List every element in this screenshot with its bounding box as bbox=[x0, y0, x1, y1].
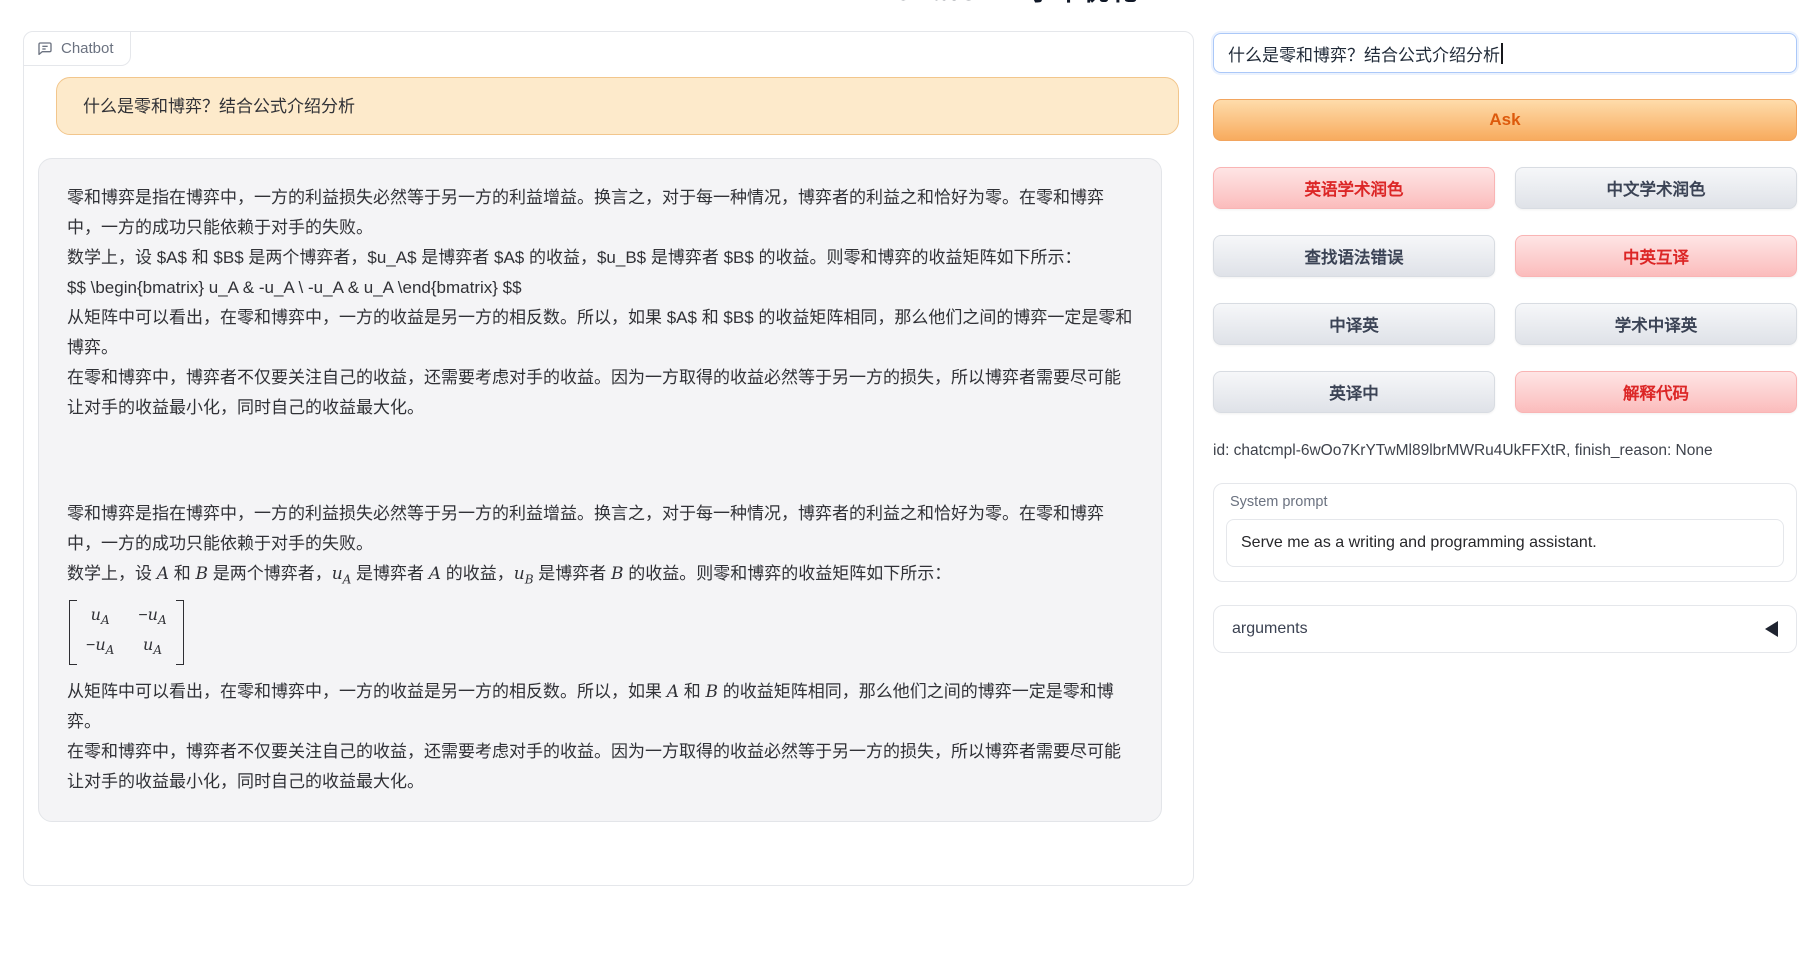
right-panel: 什么是零和博弈？结合公式介绍分析 Ask 英语学术润色中文学术润色查找语法错误中… bbox=[1213, 33, 1797, 653]
system-prompt-value: Serve me as a writing and programming as… bbox=[1241, 534, 1597, 552]
chatbot-panel: Chatbot 什么是零和博弈？结合公式介绍分析 零和博弈是指在博弈中，一方的利… bbox=[23, 31, 1194, 886]
arguments-accordion-label: arguments bbox=[1232, 620, 1308, 638]
payoff-matrix: uA−uA−uAuA bbox=[69, 600, 184, 664]
bot-message: 零和博弈是指在博弈中，一方的利益损失必然等于另一方的利益增益。换言之，对于每一种… bbox=[67, 183, 1133, 797]
page-title-text: ChatGPT 学术优化 bbox=[893, 0, 1173, 8]
bot-paragraph: 从矩阵中可以看出，在零和博弈中，一方的收益是另一方的相反数。所以，如果 A 和 … bbox=[67, 677, 1133, 737]
user-message-bubble: 什么是零和博弈？结合公式介绍分析 bbox=[56, 77, 1179, 135]
question-input-value: 什么是零和博弈？结合公式介绍分析 bbox=[1228, 41, 1500, 66]
chatbot-panel-label: Chatbot bbox=[24, 32, 131, 66]
accordion-collapsed-triangle-icon bbox=[1765, 621, 1778, 637]
ask-button-label: Ask bbox=[1489, 110, 1520, 130]
bot-paragraph: 在零和博弈中，博弈者不仅要关注自己的收益，还需要考虑对手的收益。因为一方取得的收… bbox=[67, 363, 1133, 423]
quick-button-2[interactable]: 中文学术润色 bbox=[1515, 167, 1797, 209]
quick-button-4[interactable]: 中英互译 bbox=[1515, 235, 1797, 277]
question-input[interactable]: 什么是零和博弈？结合公式介绍分析 bbox=[1213, 33, 1797, 73]
bot-paragraph: 零和博弈是指在博弈中，一方的利益损失必然等于另一方的利益增益。换言之，对于每一种… bbox=[67, 183, 1133, 243]
quick-button-6[interactable]: 学术中译英 bbox=[1515, 303, 1797, 345]
bot-paragraph: 数学上，设 $A$ 和 $B$ 是两个博弈者，$u_A$ 是博弈者 $A$ 的收… bbox=[67, 243, 1133, 273]
bot-paragraph: 从矩阵中可以看出，在零和博弈中，一方的收益是另一方的相反数。所以，如果 $A$ … bbox=[67, 303, 1133, 363]
quick-button-3[interactable]: 查找语法错误 bbox=[1213, 235, 1495, 277]
quick-button-7[interactable]: 英译中 bbox=[1213, 371, 1495, 413]
chatbot-label-text: Chatbot bbox=[61, 40, 114, 57]
bot-message-bubble: 零和博弈是指在博弈中，一方的利益损失必然等于另一方的利益增益。换言之，对于每一种… bbox=[38, 158, 1162, 822]
quick-button-8[interactable]: 解释代码 bbox=[1515, 371, 1797, 413]
bot-section: 零和博弈是指在博弈中，一方的利益损失必然等于另一方的利益增益。换言之，对于每一种… bbox=[67, 499, 1133, 797]
clipped-page-title: ChatGPT 学术优化 bbox=[893, 0, 1173, 11]
arguments-accordion-header[interactable]: arguments bbox=[1213, 605, 1797, 653]
user-message-text: 什么是零和博弈？结合公式介绍分析 bbox=[83, 97, 355, 116]
quick-button-5[interactable]: 中译英 bbox=[1213, 303, 1495, 345]
bot-paragraph: uA−uA−uAuA bbox=[69, 600, 1133, 674]
system-prompt-label: System prompt bbox=[1230, 494, 1784, 510]
bot-paragraph: $$ \begin{bmatrix} u_A & -u_A \ -u_A & u… bbox=[67, 273, 1133, 303]
system-prompt-input[interactable]: Serve me as a writing and programming as… bbox=[1226, 519, 1784, 567]
quick-button-grid: 英语学术润色中文学术润色查找语法错误中英互译中译英学术中译英英译中解释代码 bbox=[1213, 167, 1797, 413]
bot-section: 零和博弈是指在博弈中，一方的利益损失必然等于另一方的利益增益。换言之，对于每一种… bbox=[67, 183, 1133, 423]
ask-button[interactable]: Ask bbox=[1213, 99, 1797, 141]
status-line: id: chatcmpl-6wOo7KrYTwMl89lbrMWRu4UkFFX… bbox=[1213, 441, 1797, 461]
chat-message-list: 什么是零和博弈？结合公式介绍分析 零和博弈是指在博弈中，一方的利益损失必然等于另… bbox=[24, 32, 1193, 822]
bot-paragraph: 数学上，设 A 和 B 是两个博弈者，uA 是博弈者 A 的收益，uB 是博弈者… bbox=[67, 559, 1133, 594]
quick-button-1[interactable]: 英语学术润色 bbox=[1213, 167, 1495, 209]
system-prompt-block: System prompt Serve me as a writing and … bbox=[1213, 483, 1797, 582]
bot-paragraph: 零和博弈是指在博弈中，一方的利益损失必然等于另一方的利益增益。换言之，对于每一种… bbox=[67, 499, 1133, 559]
chat-bubble-icon bbox=[37, 41, 53, 57]
bot-paragraph: 在零和博弈中，博弈者不仅要关注自己的收益，还需要考虑对手的收益。因为一方取得的收… bbox=[67, 737, 1133, 797]
text-cursor bbox=[1501, 43, 1503, 64]
